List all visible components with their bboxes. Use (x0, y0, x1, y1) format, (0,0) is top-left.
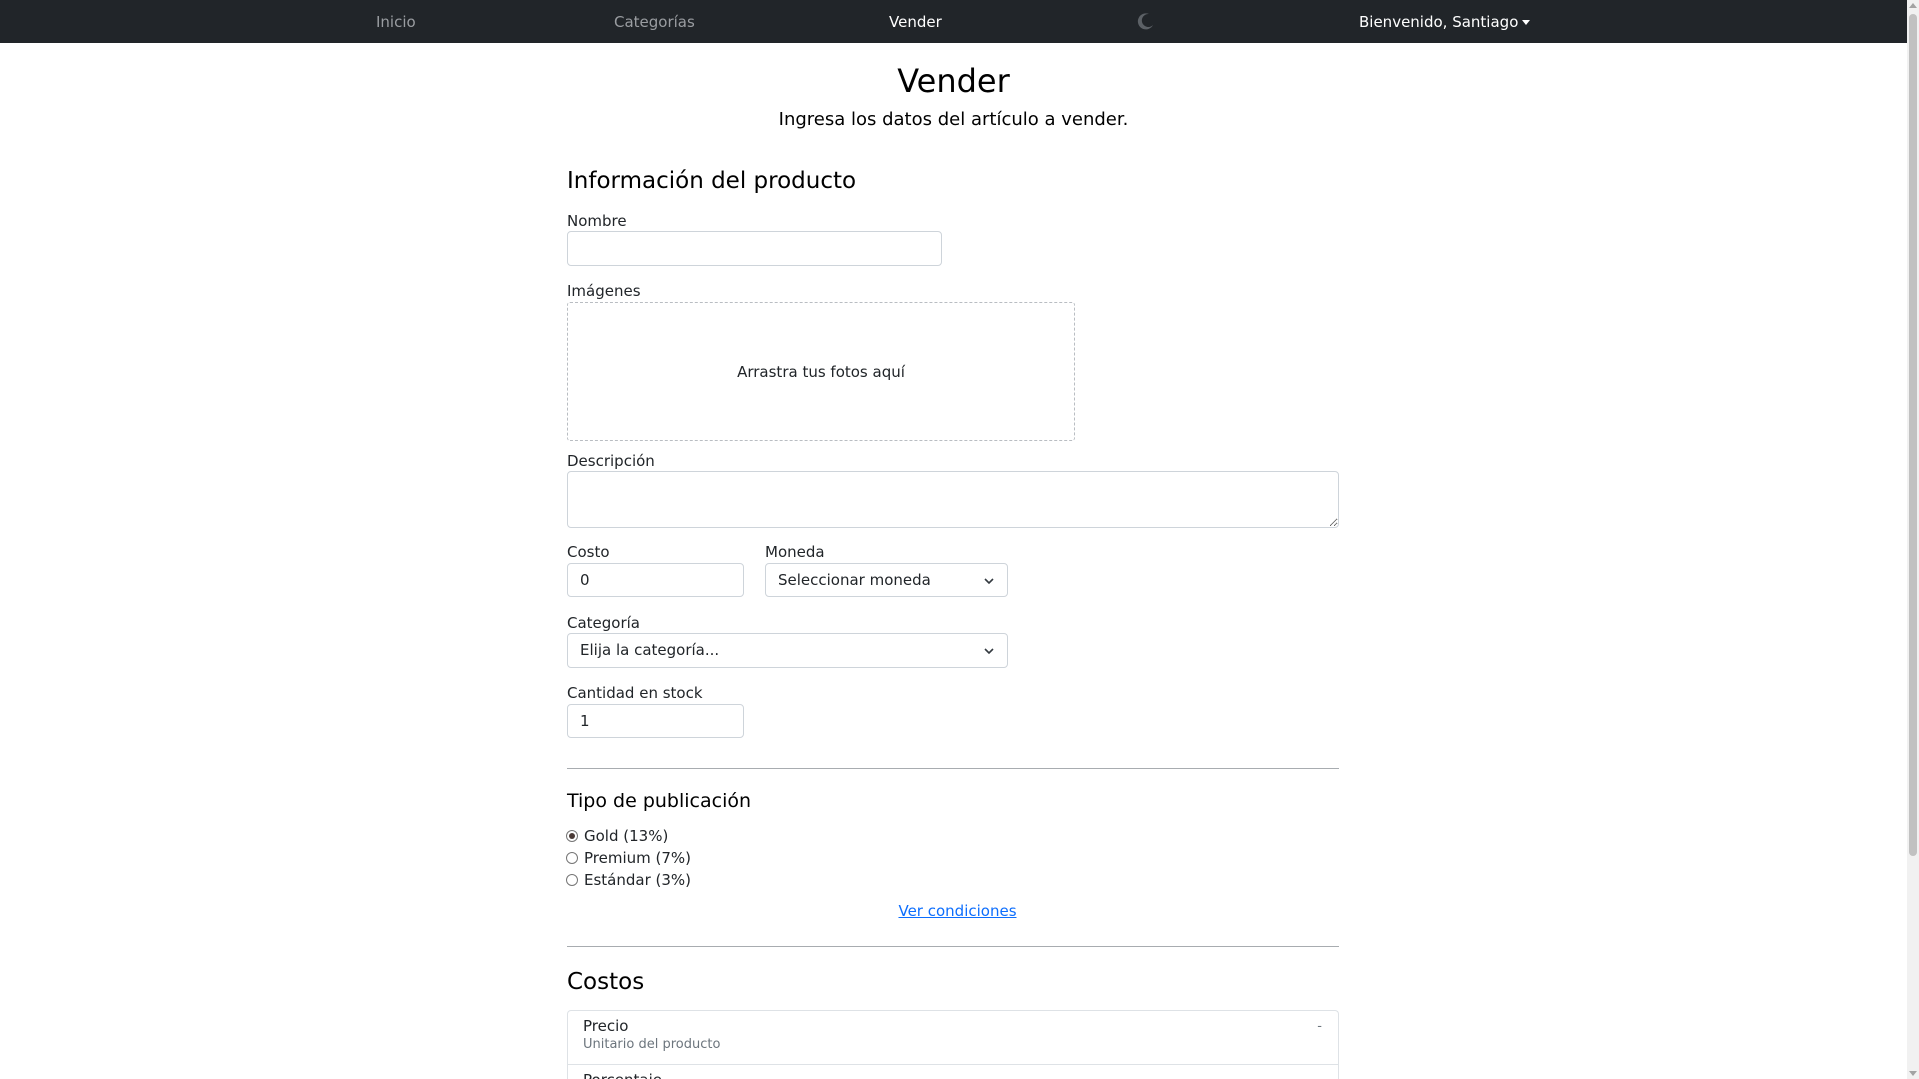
publication-option-label: Premium (7%) (584, 849, 692, 867)
page-scrollbar[interactable] (1907, 0, 1919, 1079)
publication-option-gold[interactable]: Gold (13%) (566, 827, 668, 845)
page-subtitle: Ingresa los datos del artículo a vender. (778, 109, 1129, 130)
moon-icon (1137, 13, 1153, 30)
name-input[interactable] (567, 231, 942, 266)
top-navbar: Inicio Categorías Vender Bienvenido, San… (0, 0, 1907, 43)
scrollbar-thumb[interactable] (1909, 14, 1917, 856)
cost-item-title: Precio (583, 1017, 629, 1035)
scroll-down-arrow-icon[interactable] (1909, 1071, 1917, 1076)
caret-down-icon (1522, 20, 1531, 25)
radio-button[interactable] (566, 852, 578, 864)
nav-link-vender[interactable]: Vender (889, 13, 942, 31)
conditions-link[interactable]: Ver condiciones (0, 902, 1907, 920)
description-label: Descripción (567, 452, 655, 470)
nav-link-inicio[interactable]: Inicio (376, 13, 416, 31)
image-dropzone[interactable]: Arrastra tus fotos aquí (567, 302, 1075, 441)
cost-item-subtitle: Unitario del producto (583, 1037, 721, 1052)
category-label: Categoría (567, 614, 641, 632)
cost-label: Costo (567, 543, 610, 561)
category-select[interactable]: Elija la categoría... (567, 633, 1008, 668)
publication-option-premium[interactable]: Premium (7%) (566, 849, 691, 867)
scroll-up-arrow-icon[interactable] (1909, 3, 1917, 8)
nav-link-categorias[interactable]: Categorías (614, 13, 695, 31)
theme-toggle-button[interactable] (1136, 11, 1156, 35)
page-title: Vender (897, 62, 1010, 100)
stock-label: Cantidad en stock (567, 684, 703, 702)
name-label: Nombre (567, 212, 627, 230)
radio-button[interactable] (566, 874, 578, 886)
radio-button[interactable] (566, 830, 578, 842)
images-label: Imágenes (567, 282, 641, 300)
costs-section-title: Costos (567, 969, 645, 995)
list-item: Porcentaje (568, 1065, 1338, 1079)
list-item: Precio Unitario del producto - (568, 1011, 1338, 1065)
cost-item-value: - (1317, 1019, 1322, 1034)
currency-select[interactable]: Seleccionar moneda (765, 563, 1008, 597)
publication-section-title: Tipo de publicación (567, 790, 752, 812)
product-section-title: Información del producto (567, 168, 857, 194)
section-divider (567, 768, 1339, 769)
user-menu-dropdown[interactable]: Bienvenido, Santiago (1359, 13, 1531, 31)
publication-option-label: Estándar (3%) (584, 871, 692, 889)
costs-list: Precio Unitario del producto - Porcentaj… (567, 1010, 1339, 1079)
description-textarea[interactable] (567, 471, 1339, 528)
stock-input[interactable] (567, 704, 744, 738)
dropzone-text: Arrastra tus fotos aquí (737, 362, 905, 381)
chevron-down-icon (984, 648, 994, 655)
currency-label: Moneda (765, 543, 825, 561)
publication-option-estandar[interactable]: Estándar (3%) (566, 871, 691, 889)
section-divider (567, 946, 1339, 947)
cost-input[interactable] (567, 563, 744, 597)
currency-selected-value: Seleccionar moneda (778, 571, 931, 589)
cost-item-title: Porcentaje (583, 1071, 1323, 1079)
category-selected-value: Elija la categoría... (580, 641, 720, 659)
user-greeting: Bienvenido, Santiago (1359, 13, 1519, 31)
chevron-down-icon (984, 578, 994, 585)
publication-option-label: Gold (13%) (584, 827, 669, 845)
